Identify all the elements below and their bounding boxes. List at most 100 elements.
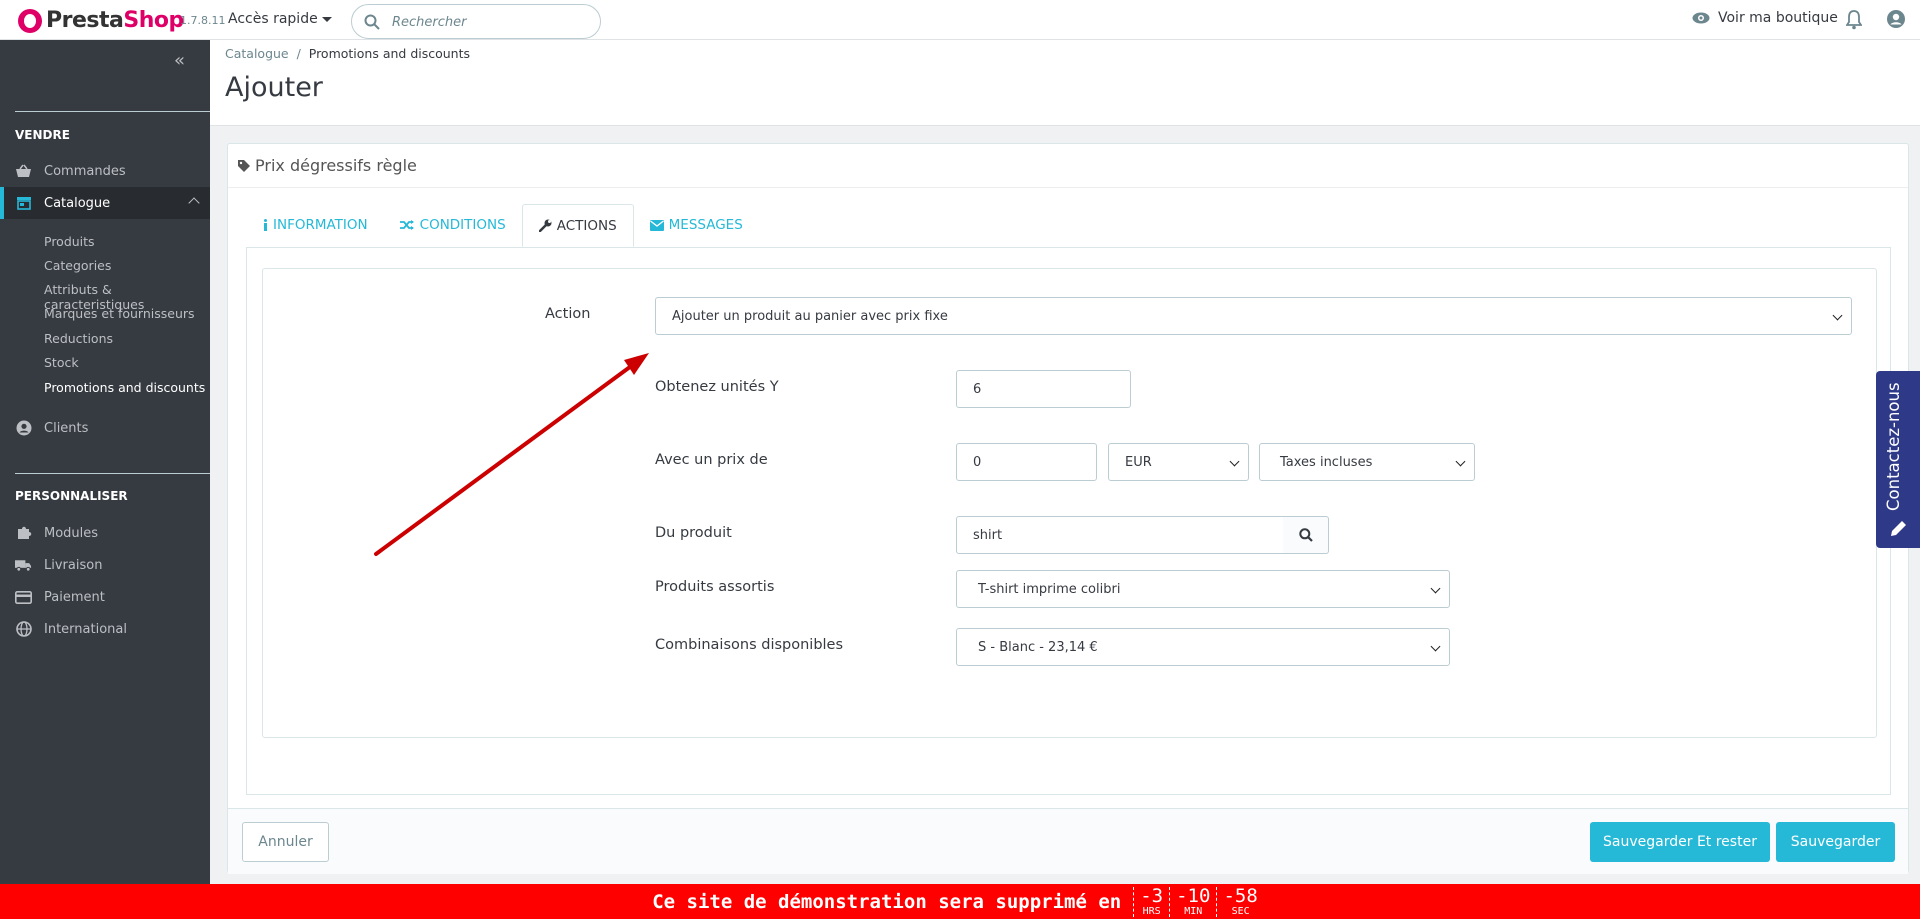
shuffle-icon xyxy=(399,220,414,230)
chevron-down-icon xyxy=(1832,310,1843,321)
save-and-stay-button[interactable]: Sauvegarder Et rester xyxy=(1590,822,1770,862)
tab-conditions[interactable]: CONDITIONS xyxy=(384,204,522,246)
price-label: Avec un prix de xyxy=(655,452,768,468)
caret-down-icon xyxy=(321,16,332,22)
demo-countdown-bar: Ce site de démonstration sera supprimé e… xyxy=(0,884,1920,919)
tag-icon xyxy=(238,159,250,172)
combinations-value: S - Blanc - 23,14 € xyxy=(978,639,1098,655)
tab-label: ACTIONS xyxy=(556,217,617,234)
store-icon xyxy=(15,195,32,212)
sidebar: « VENDRE Commandes Catalogue Produits Ca… xyxy=(0,40,210,919)
sidebar-divider xyxy=(15,473,210,474)
submenu-reductions[interactable]: Reductions xyxy=(44,331,113,346)
breadcrumb-parent[interactable]: Catalogue xyxy=(225,46,289,61)
view-shop-link[interactable]: Voir ma boutique xyxy=(1692,10,1838,26)
brand-part2: Shop xyxy=(123,8,184,33)
sidebar-item-label: Catalogue xyxy=(44,195,111,211)
sidebar-item-clients[interactable]: Clients xyxy=(0,412,210,444)
top-bar: PrestaShop 1.7.8.11 Accès rapide Voir ma… xyxy=(0,0,1920,40)
section-sell: VENDRE xyxy=(15,128,70,142)
contact-us-tab[interactable]: Contactez-nous xyxy=(1876,371,1920,548)
currency-select[interactable]: EUR xyxy=(1108,443,1249,481)
countdown-seconds: -58 SEC xyxy=(1216,886,1263,917)
demo-message: Ce site de démonstration sera supprimé e… xyxy=(652,890,1122,913)
combinations-label: Combinaisons disponibles xyxy=(655,637,844,653)
countdown-minutes: -10 MIN xyxy=(1169,884,1216,917)
countdown-minutes-value: -10 xyxy=(1176,884,1211,907)
globe-icon xyxy=(15,621,32,638)
collapse-sidebar-icon[interactable]: « xyxy=(174,50,185,71)
submenu-categories[interactable]: Categories xyxy=(44,258,111,273)
sidebar-item-payment[interactable]: Paiement xyxy=(0,581,210,613)
sidebar-item-orders[interactable]: Commandes xyxy=(0,155,210,187)
version-label: 1.7.8.11 xyxy=(180,14,226,27)
account-icon[interactable] xyxy=(1886,9,1906,29)
action-select-value: Ajouter un produit au panier avec prix f… xyxy=(672,308,948,324)
sidebar-item-label: Livraison xyxy=(44,557,103,573)
sidebar-item-label: Commandes xyxy=(44,163,126,179)
submenu-stock[interactable]: Stock xyxy=(44,355,79,370)
search-icon xyxy=(364,14,380,30)
envelope-icon xyxy=(649,219,664,231)
sidebar-item-international[interactable]: International xyxy=(0,613,210,645)
sidebar-item-label: Modules xyxy=(44,525,99,541)
countdown-seconds-unit: SEC xyxy=(1231,905,1250,917)
page-title: Ajouter xyxy=(225,72,323,103)
tax-select[interactable]: Taxes incluses xyxy=(1259,443,1475,481)
countdown-hours-unit: HRS xyxy=(1142,905,1161,917)
quick-access-dropdown[interactable]: Accès rapide xyxy=(228,11,332,27)
product-search-value: shirt xyxy=(973,527,1003,543)
eye-icon xyxy=(1692,12,1710,24)
units-input-value: 6 xyxy=(973,381,982,397)
panel-heading: Prix dégressifs règle xyxy=(228,144,1908,188)
matched-products-label: Produits assortis xyxy=(655,579,775,595)
breadcrumb-separator: / xyxy=(296,46,301,61)
pencil-icon xyxy=(1891,521,1906,536)
sidebar-divider xyxy=(15,111,210,112)
sidebar-item-catalog[interactable]: Catalogue xyxy=(0,187,210,219)
units-label: Obtenez unités Y xyxy=(655,379,779,395)
tab-actions[interactable]: ACTIONS xyxy=(521,204,634,247)
chevron-down-icon xyxy=(1430,583,1441,594)
currency-select-value: EUR xyxy=(1125,454,1152,470)
cancel-button[interactable]: Annuler xyxy=(242,822,329,862)
contact-us-label: Contactez-nous xyxy=(1884,382,1903,511)
sidebar-item-shipping[interactable]: Livraison xyxy=(0,549,210,581)
save-button[interactable]: Sauvegarder xyxy=(1776,822,1895,862)
search-input[interactable] xyxy=(390,11,590,33)
page-header: Catalogue / Promotions and discounts Ajo… xyxy=(210,40,1920,126)
tax-select-value: Taxes incluses xyxy=(1280,454,1373,470)
wrench-icon xyxy=(538,219,552,232)
action-label: Action xyxy=(545,306,591,322)
prestashop-logo[interactable]: PrestaShop xyxy=(18,8,184,33)
sidebar-item-modules[interactable]: Modules xyxy=(0,517,210,549)
brand-name: PrestaShop xyxy=(46,8,184,33)
product-label: Du produit xyxy=(655,525,732,541)
credit-card-icon xyxy=(15,589,32,606)
brand-part1: Presta xyxy=(46,8,124,33)
basket-icon xyxy=(15,163,32,180)
action-select[interactable]: Ajouter un produit au panier avec prix f… xyxy=(655,297,1852,335)
sidebar-item-label: International xyxy=(44,621,127,637)
tab-label: INFORMATION xyxy=(273,217,368,233)
puffin-logo-icon xyxy=(18,8,42,33)
submenu-products[interactable]: Produits xyxy=(44,234,95,249)
combinations-select[interactable]: S - Blanc - 23,14 € xyxy=(956,628,1450,666)
submenu-brands[interactable]: Marques et fournisseurs xyxy=(44,306,195,321)
tab-information[interactable]: INFORMATION xyxy=(247,204,384,246)
submenu-promotions[interactable]: Promotions and discounts xyxy=(44,380,205,395)
user-circle-icon xyxy=(15,420,32,437)
countdown-minutes-unit: MIN xyxy=(1184,905,1203,917)
product-search-button[interactable] xyxy=(1283,516,1329,554)
tabs: INFORMATION CONDITIONS ACTIONS MESSAGES xyxy=(247,204,759,248)
price-input[interactable]: 0 xyxy=(956,443,1097,481)
bell-icon[interactable] xyxy=(1846,10,1862,30)
tab-messages[interactable]: MESSAGES xyxy=(634,204,759,246)
search-icon xyxy=(1298,528,1313,542)
search-box xyxy=(351,4,601,39)
section-customize: PERSONNALISER xyxy=(15,489,128,503)
product-search-input[interactable]: shirt xyxy=(956,516,1284,554)
matched-products-select[interactable]: T-shirt imprime colibri xyxy=(956,570,1450,608)
matched-products-value: T-shirt imprime colibri xyxy=(978,581,1121,597)
units-input[interactable]: 6 xyxy=(956,370,1131,408)
